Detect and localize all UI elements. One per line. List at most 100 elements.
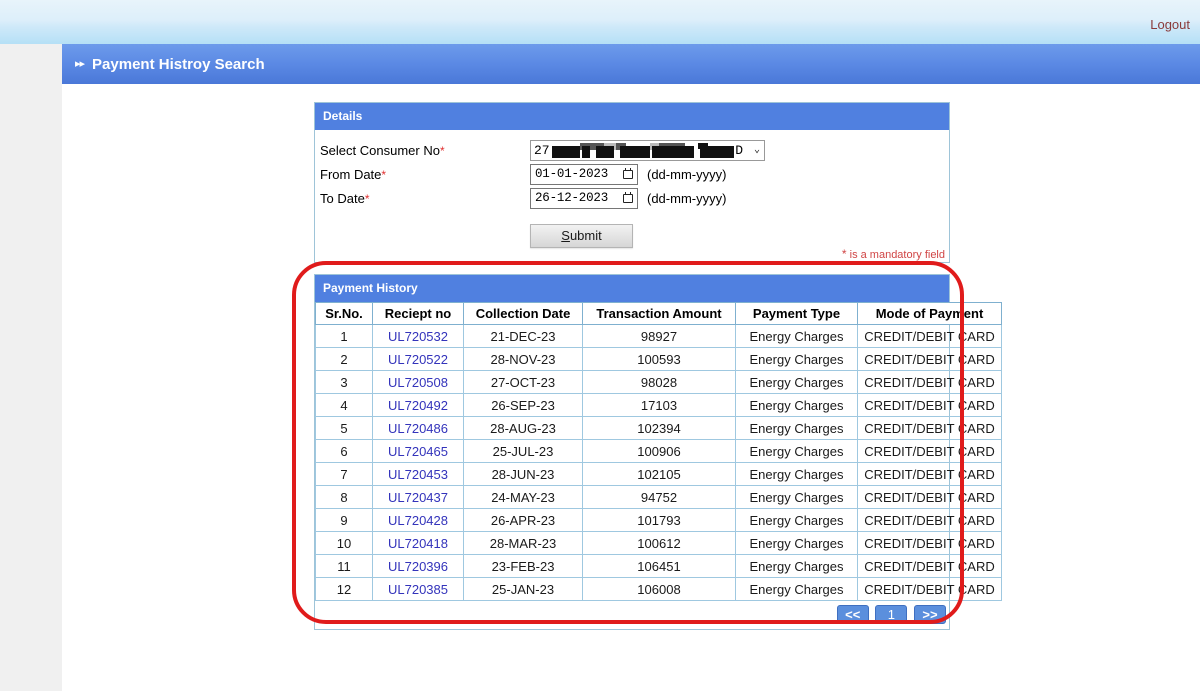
consumer-no-label: Select Consumer No*: [320, 142, 445, 158]
pagination-next-button[interactable]: >>: [914, 605, 946, 624]
table-row: 4 UL720492 26-SEP-23 17103 Energy Charges CRE…: [315, 393, 1002, 417]
cell-mode-of-payment: CREDIT/DEBIT CARD: [857, 416, 1002, 440]
to-date-format-hint: (dd-mm-yyyy): [647, 190, 727, 206]
cell-receipt-no[interactable]: UL720508: [372, 370, 464, 394]
from-date-input[interactable]: 01-01-2023: [530, 163, 638, 185]
cell-receipt-no[interactable]: UL720522: [372, 347, 464, 371]
details-panel-body: Select Consumer No* 27 D ⌄ From Date* 01…: [315, 130, 949, 262]
cell-transaction-amount: 100906: [582, 439, 736, 463]
cell-srno: 8: [315, 485, 373, 509]
column-header-transaction-amount: Transaction Amount: [582, 302, 736, 325]
table-row: 10 UL720418 28-MAR-23 100612 Energy Charges C…: [315, 531, 1002, 555]
submit-row: Submit: [315, 224, 949, 248]
details-panel-header: Details: [315, 103, 949, 130]
receipt-link[interactable]: UL720492: [388, 398, 448, 413]
page-title: Payment Histroy Search: [92, 55, 265, 73]
cell-transaction-amount: 106008: [582, 577, 736, 601]
cell-receipt-no[interactable]: UL720486: [372, 416, 464, 440]
page-title-bar: ▸▸ Payment Histroy Search: [62, 44, 1200, 84]
cell-receipt-no[interactable]: UL720492: [372, 393, 464, 417]
consumer-no-value-suffix: D: [734, 142, 743, 158]
cell-mode-of-payment: CREDIT/DEBIT CARD: [857, 508, 1002, 532]
consumer-no-value-prefix: 27: [534, 142, 550, 158]
cell-srno: 1: [315, 324, 373, 348]
cell-receipt-no[interactable]: UL720437: [372, 485, 464, 509]
pagination-page-1-button[interactable]: 1: [875, 605, 908, 624]
receipt-link[interactable]: UL720437: [388, 490, 448, 505]
receipt-link[interactable]: UL720396: [388, 559, 448, 574]
column-header-mode-of-payment: Mode of Payment: [857, 302, 1002, 325]
submit-button[interactable]: Submit: [530, 224, 633, 248]
receipt-link[interactable]: UL720522: [388, 352, 448, 367]
calendar-icon[interactable]: [623, 192, 634, 204]
receipt-link[interactable]: UL720508: [388, 375, 448, 390]
table-row: 3 UL720508 27-OCT-23 98028 Energy Charges CRE…: [315, 370, 1002, 394]
pagination-prev-button[interactable]: <<: [836, 605, 869, 624]
payment-history-panel: Payment History Sr.No. Reciept no Collec…: [314, 274, 1002, 630]
cell-payment-type: Energy Charges: [735, 370, 858, 394]
cell-mode-of-payment: CREDIT/DEBIT CARD: [857, 439, 1002, 463]
cell-srno: 4: [315, 393, 373, 417]
cell-payment-type: Energy Charges: [735, 416, 858, 440]
cell-srno: 3: [315, 370, 373, 394]
logout-link[interactable]: Logout: [1150, 17, 1190, 32]
cell-transaction-amount: 17103: [582, 393, 736, 417]
cell-collection-date: 23-FEB-23: [463, 554, 583, 578]
cell-receipt-no[interactable]: UL720465: [372, 439, 464, 463]
cell-receipt-no[interactable]: UL720396: [372, 554, 464, 578]
cell-mode-of-payment: CREDIT/DEBIT CARD: [857, 393, 1002, 417]
column-header-srno: Sr.No.: [315, 302, 373, 325]
required-asterisk: *: [439, 143, 445, 158]
top-banner: Logout: [0, 0, 1200, 44]
receipt-link[interactable]: UL720418: [388, 536, 448, 551]
cell-receipt-no[interactable]: UL720385: [372, 577, 464, 601]
cell-collection-date: 21-DEC-23: [463, 324, 583, 348]
cell-receipt-no[interactable]: UL720418: [372, 531, 464, 555]
to-date-label: To Date*: [320, 190, 370, 206]
cell-transaction-amount: 98028: [582, 370, 736, 394]
receipt-link[interactable]: UL720486: [388, 421, 448, 436]
receipt-link[interactable]: UL720465: [388, 444, 448, 459]
cell-srno: 11: [315, 554, 373, 578]
cell-transaction-amount: 102105: [582, 462, 736, 486]
payment-history-table: Sr.No. Reciept no Collection Date Transa…: [315, 302, 1002, 601]
cell-collection-date: 28-NOV-23: [463, 347, 583, 371]
cell-receipt-no[interactable]: UL720428: [372, 508, 464, 532]
cell-payment-type: Energy Charges: [735, 462, 858, 486]
column-header-payment-type: Payment Type: [735, 302, 858, 325]
table-row: 7 UL720453 28-JUN-23 102105 Energy Charges CR…: [315, 462, 1002, 486]
to-date-input[interactable]: 26-12-2023: [530, 187, 638, 209]
cell-mode-of-payment: CREDIT/DEBIT CARD: [857, 370, 1002, 394]
table-header-row: Sr.No. Reciept no Collection Date Transa…: [315, 302, 1002, 325]
cell-srno: 5: [315, 416, 373, 440]
cell-mode-of-payment: CREDIT/DEBIT CARD: [857, 462, 1002, 486]
cell-mode-of-payment: CREDIT/DEBIT CARD: [857, 347, 1002, 371]
cell-payment-type: Energy Charges: [735, 577, 858, 601]
cell-payment-type: Energy Charges: [735, 554, 858, 578]
cell-transaction-amount: 94752: [582, 485, 736, 509]
calendar-icon[interactable]: [623, 168, 634, 180]
cell-collection-date: 28-MAR-23: [463, 531, 583, 555]
receipt-link[interactable]: UL720453: [388, 467, 448, 482]
consumer-no-select[interactable]: 27 D ⌄: [530, 139, 765, 161]
cell-mode-of-payment: CREDIT/DEBIT CARD: [857, 554, 1002, 578]
receipt-link[interactable]: UL720532: [388, 329, 448, 344]
table-row: 2 UL720522 28-NOV-23 100593 Energy Charges CR…: [315, 347, 1002, 371]
cell-payment-type: Energy Charges: [735, 531, 858, 555]
cell-collection-date: 25-JUL-23: [463, 439, 583, 463]
left-sidebar-rail: [0, 44, 62, 691]
receipt-link[interactable]: UL720385: [388, 582, 448, 597]
cell-srno: 9: [315, 508, 373, 532]
cell-srno: 2: [315, 347, 373, 371]
cell-collection-date: 26-APR-23: [463, 508, 583, 532]
cell-transaction-amount: 101793: [582, 508, 736, 532]
receipt-link[interactable]: UL720428: [388, 513, 448, 528]
to-date-row: To Date* 26-12-2023 (dd-mm-yyyy): [315, 186, 949, 210]
cell-receipt-no[interactable]: UL720532: [372, 324, 464, 348]
cell-payment-type: Energy Charges: [735, 324, 858, 348]
table-row: 5 UL720486 28-AUG-23 102394 Energy Charges CR…: [315, 416, 1002, 440]
cell-receipt-no[interactable]: UL720453: [372, 462, 464, 486]
to-date-value: 26-12-2023: [535, 191, 609, 205]
cell-collection-date: 27-OCT-23: [463, 370, 583, 394]
cell-srno: 10: [315, 531, 373, 555]
